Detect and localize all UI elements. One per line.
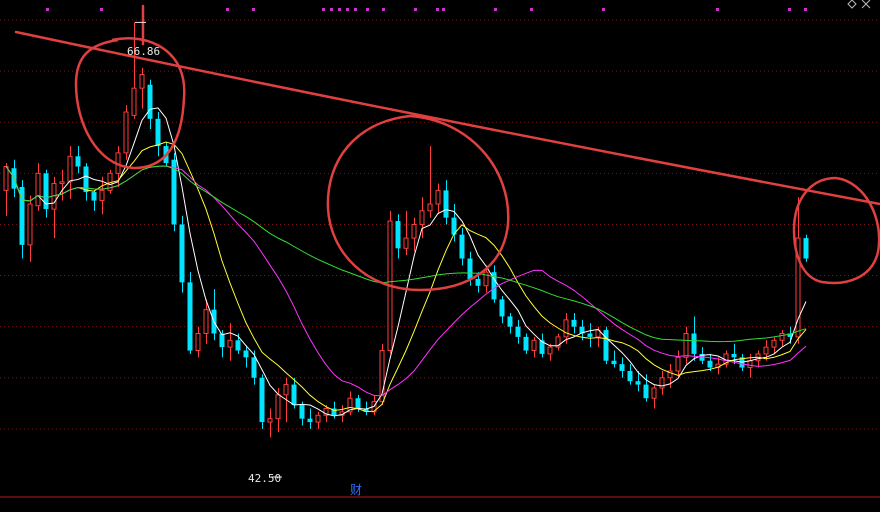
event-marker	[530, 8, 533, 11]
candle-body	[747, 360, 753, 369]
candle-body	[99, 189, 105, 202]
candle-body	[123, 111, 129, 154]
candle-body	[227, 339, 233, 348]
low-price-label: 42.50	[248, 472, 281, 485]
event-marker	[436, 8, 439, 11]
candle-body	[195, 332, 201, 352]
event-marker	[226, 8, 229, 11]
candle-body	[131, 87, 137, 116]
candle-body	[651, 387, 657, 399]
candle-body	[427, 203, 433, 212]
candle	[123, 105, 129, 160]
event-marker	[602, 8, 605, 11]
event-marker	[338, 8, 341, 11]
candle-body	[731, 353, 737, 358]
candle-body	[443, 190, 449, 218]
event-marker	[46, 8, 49, 11]
event-marker	[804, 8, 807, 11]
event-marker	[788, 8, 791, 11]
chart-background	[0, 0, 880, 512]
candle-body	[419, 210, 425, 225]
event-marker	[414, 8, 417, 11]
candle	[603, 326, 609, 365]
candle-body	[267, 418, 273, 423]
event-marker	[494, 8, 497, 11]
candle-body	[307, 418, 313, 423]
candle	[179, 215, 185, 293]
financial-report-marker[interactable]: 财	[350, 483, 362, 497]
candle-body	[635, 381, 641, 385]
candle-body	[531, 339, 537, 352]
candle-body	[547, 346, 553, 355]
candle-body	[299, 405, 305, 419]
candle-body	[611, 360, 617, 365]
candle	[803, 234, 809, 262]
candle-body	[763, 346, 769, 355]
candle	[171, 152, 177, 232]
candle-body	[251, 357, 257, 378]
candle-body	[707, 360, 713, 368]
candle-body	[355, 398, 361, 409]
candle-body	[683, 332, 689, 358]
candle-body	[315, 414, 321, 423]
event-marker	[346, 8, 349, 11]
event-marker	[100, 8, 103, 11]
candle-body	[259, 377, 265, 423]
candle-body	[475, 278, 481, 286]
candle-body	[35, 172, 41, 207]
high-price-label: 66.86	[127, 45, 160, 58]
candle-body	[395, 221, 401, 249]
candle-body	[643, 384, 649, 399]
candle-body	[75, 156, 81, 167]
candle-body	[563, 319, 569, 338]
event-marker	[442, 8, 445, 11]
candle-body	[147, 84, 153, 119]
event-marker	[366, 8, 369, 11]
candle-body	[91, 192, 97, 201]
candle-body	[187, 282, 193, 351]
candle-body	[523, 336, 529, 351]
event-marker	[716, 8, 719, 11]
candle-body	[283, 384, 289, 396]
event-marker	[322, 8, 325, 11]
candle-body	[779, 332, 785, 341]
candle-body	[155, 118, 161, 147]
candle-body	[235, 340, 241, 351]
candle-body	[603, 330, 609, 361]
candle-body	[59, 181, 65, 185]
candle-body	[803, 238, 809, 259]
candle-body	[499, 299, 505, 317]
candle-body	[507, 316, 513, 327]
candle-body	[67, 155, 73, 183]
candle-body	[627, 370, 633, 382]
candle-body	[291, 384, 297, 406]
event-marker	[252, 8, 255, 11]
candle-body	[587, 333, 593, 337]
candle-body	[691, 333, 697, 354]
candle-body	[139, 74, 145, 89]
candle	[259, 374, 265, 429]
candle-body	[219, 333, 225, 348]
candle-body	[179, 224, 185, 283]
candle-body	[771, 339, 777, 348]
candle-body	[467, 258, 473, 279]
event-marker	[330, 8, 333, 11]
candle-body	[27, 203, 33, 246]
candle-body	[675, 356, 681, 372]
candle-body	[203, 309, 209, 334]
candle-body	[3, 166, 9, 191]
candle-body	[515, 326, 521, 337]
candle	[187, 272, 193, 354]
event-marker	[382, 8, 385, 11]
candle-body	[435, 189, 441, 205]
candle-body	[619, 364, 625, 371]
candlestick-chart: 66.86 42.50 财	[0, 0, 880, 512]
candle-body	[459, 234, 465, 259]
candle-body	[275, 394, 281, 420]
candle-body	[243, 350, 249, 358]
candle-body	[403, 237, 409, 249]
candle-body	[411, 223, 417, 239]
event-marker	[354, 8, 357, 11]
candle-body	[571, 319, 577, 327]
